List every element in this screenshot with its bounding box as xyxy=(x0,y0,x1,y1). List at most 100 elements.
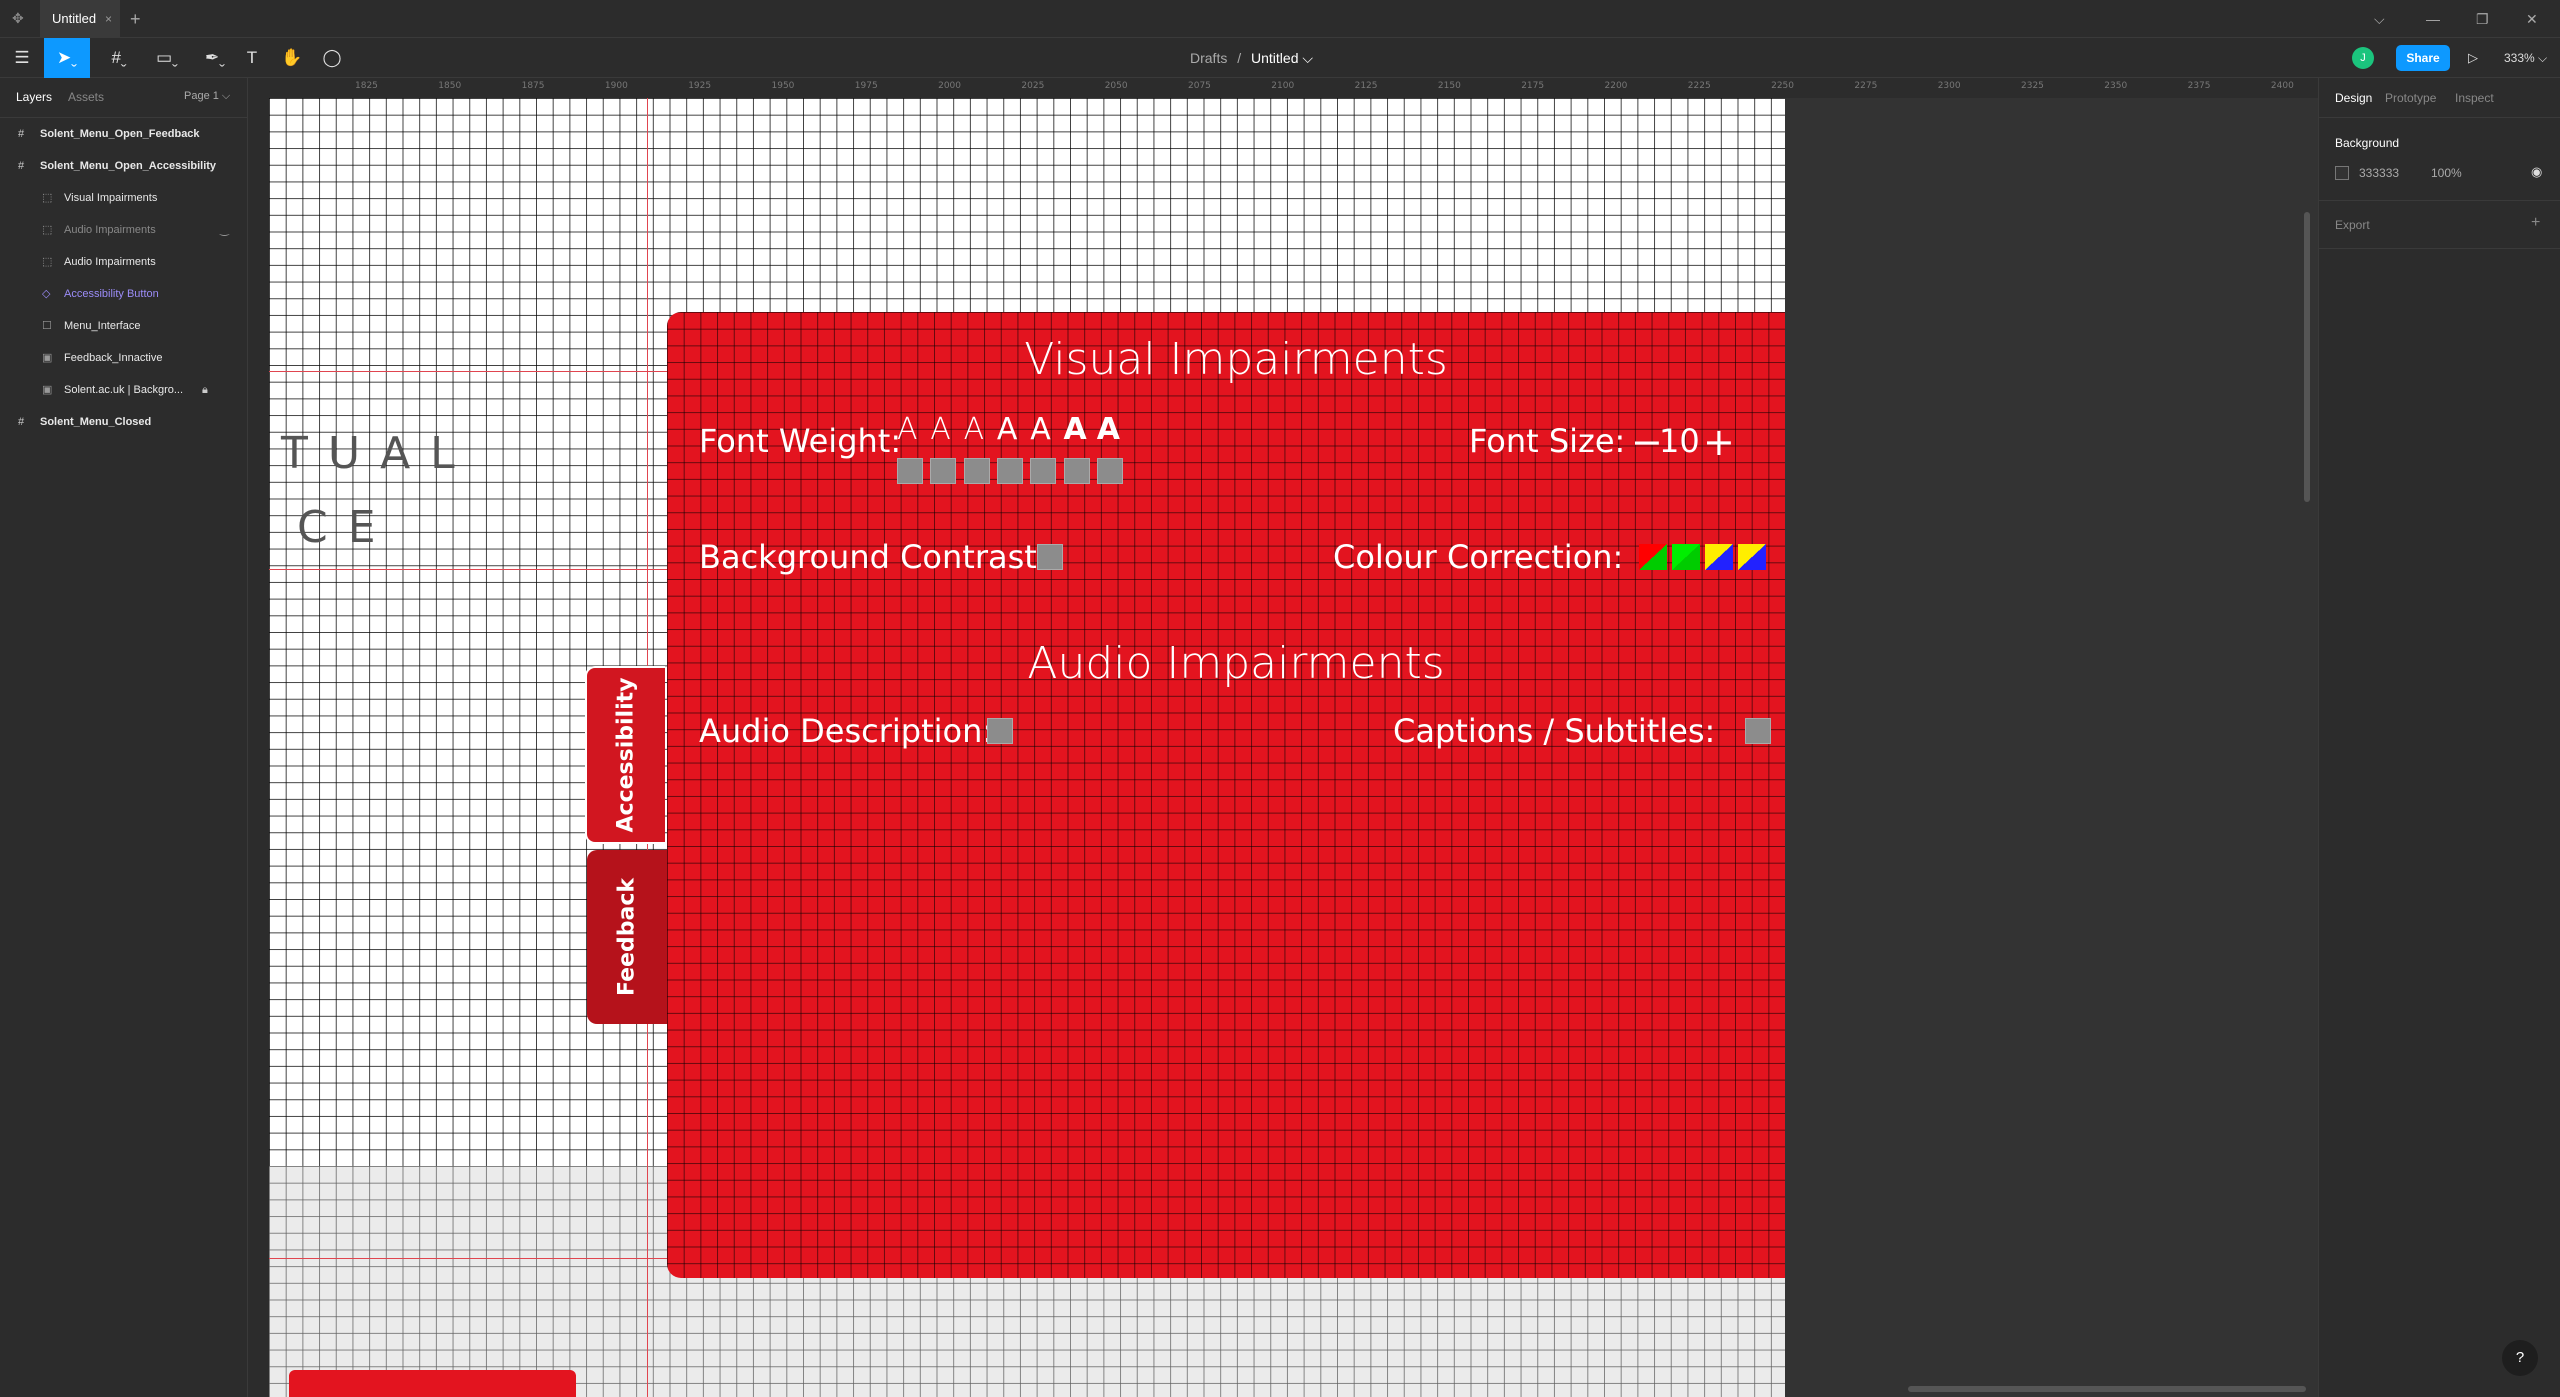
background-hex-input[interactable]: 333333 xyxy=(2359,166,2399,180)
chevron-down-icon[interactable]: ⌵ xyxy=(2374,0,2385,38)
group-icon: ⬚ xyxy=(42,192,53,204)
tab-inspect[interactable]: Inspect xyxy=(2455,91,2494,105)
font-weight-sample-letter: A xyxy=(1063,412,1087,447)
layer-label: Accessibility Button xyxy=(64,288,159,300)
layer-label: Solent_Menu_Open_Accessibility xyxy=(40,160,217,172)
comment-tool-icon[interactable]: ◯ xyxy=(312,38,352,78)
colour-correction-swatch[interactable] xyxy=(1672,544,1700,570)
feedback-tab-button[interactable]: Feedback xyxy=(587,850,667,1024)
new-tab-button[interactable]: + xyxy=(130,0,141,38)
font-weight-option-checkbox[interactable] xyxy=(1063,458,1090,484)
zoom-dropdown[interactable]: 333% ⌵ xyxy=(2504,38,2547,78)
font-weight-option-checkbox[interactable] xyxy=(930,458,957,484)
font-weight-option-checkbox[interactable] xyxy=(996,458,1023,484)
background-opacity-input[interactable]: 100% xyxy=(2431,166,2462,180)
hidden-eye-icon[interactable]: ‿ xyxy=(220,214,229,246)
layer-item[interactable]: # Solent_Menu_Open_Feedback xyxy=(0,118,248,150)
layer-item[interactable]: ⬚ Audio Impairments xyxy=(0,246,248,278)
close-tab-icon[interactable]: × xyxy=(105,0,112,38)
font-size-label: Font Size: xyxy=(1469,422,1626,460)
close-window-button[interactable]: ✕ xyxy=(2526,0,2538,38)
minimize-button[interactable]: — xyxy=(2426,0,2440,38)
lock-icon[interactable]: 🔒︎ xyxy=(202,374,208,406)
ruler-tick-label: 2300 xyxy=(1937,81,1961,91)
top-ruler: 1825 1850 1875 1900 1925 1950 1975 2000 2025 2050… xyxy=(249,78,2318,98)
audio-description-checkbox[interactable] xyxy=(987,718,1013,744)
ruler-tick-label: 1900 xyxy=(604,81,628,91)
help-button[interactable]: ? xyxy=(2502,1340,2538,1376)
font-weight-sample-letter: A xyxy=(1096,412,1121,447)
canvas[interactable]: 1825 1850 1875 1900 1925 1950 1975 2000 2025 2050… xyxy=(249,78,2318,1397)
design-panel: Design Prototype Inspect Background 3333… xyxy=(2318,78,2560,1397)
layer-item[interactable]: # Solent_Menu_Closed xyxy=(0,406,248,438)
colour-correction-swatch[interactable] xyxy=(1639,544,1667,570)
figma-logo-icon[interactable]: ✥ xyxy=(12,10,28,28)
ghost-heading-text: TUAL xyxy=(281,428,475,479)
tab-assets[interactable]: Assets xyxy=(68,90,104,104)
font-size-value: 10 xyxy=(1659,422,1700,460)
tab-layers[interactable]: Layers xyxy=(16,90,52,104)
captions-subtitles-label: Captions / Subtitles: xyxy=(1393,712,1716,750)
present-play-icon[interactable]: ▷ xyxy=(2468,38,2478,78)
font-weight-sample-letter: A xyxy=(963,412,985,447)
ruler-tick-label: 2250 xyxy=(1771,81,1794,91)
layer-item[interactable]: ▣ Solent.ac.uk | Backgro... 🔒︎ xyxy=(0,374,248,406)
breadcrumb-drafts[interactable]: Drafts xyxy=(1190,50,1227,66)
colour-correction-label: Colour Correction: xyxy=(1333,538,1624,576)
avatar[interactable]: J xyxy=(2352,47,2374,69)
restore-button[interactable]: ❐ xyxy=(2476,0,2489,38)
font-weight-option-checkbox[interactable] xyxy=(897,458,923,484)
background-contrast-checkbox[interactable] xyxy=(1037,544,1063,570)
frame-icon: # xyxy=(18,128,25,140)
font-weight-option-checkbox[interactable] xyxy=(963,458,990,484)
ruler-tick-label: 1975 xyxy=(854,81,878,91)
font-weight-label: Font Weight: xyxy=(699,422,902,460)
component-instance-icon: ◇ xyxy=(42,288,51,300)
layer-item[interactable]: ⬚ Visual Impairments xyxy=(0,182,248,214)
layer-item[interactable]: ☐ Menu_Interface xyxy=(0,310,248,342)
breadcrumb-file-name[interactable]: Untitled ⌵ xyxy=(1251,50,1313,66)
frame-tool-icon[interactable]: #ˬ xyxy=(96,38,142,78)
layer-item[interactable]: # Solent_Menu_Open_Accessibility xyxy=(0,150,248,182)
hand-tool-icon[interactable]: ✋ xyxy=(272,38,312,78)
text-tool-icon[interactable]: T xyxy=(232,38,272,78)
file-tab-label: Untitled xyxy=(52,11,97,26)
font-weight-sample-letter: A xyxy=(996,412,1018,447)
font-weight-option-checkbox[interactable] xyxy=(1096,458,1123,484)
captions-subtitles-checkbox[interactable] xyxy=(1745,718,1771,744)
layer-label: Solent_Menu_Open_Feedback xyxy=(40,128,200,140)
audio-description-label: Audio Description: xyxy=(699,712,994,750)
colour-correction-swatch[interactable] xyxy=(1738,544,1766,570)
toolbar: ☰ ➤ˬ #ˬ ▭ˬ ✒ˬ T ✋ ◯ Drafts / Untitled ⌵ … xyxy=(0,38,2560,78)
ruler-tick-label: 1850 xyxy=(438,81,462,91)
ruler-tick-label: 2150 xyxy=(1437,81,1461,91)
layer-label: Audio Impairments xyxy=(64,256,156,268)
export-section-title: Export xyxy=(2335,218,2370,232)
horizontal-scrollbar[interactable] xyxy=(1908,1386,2306,1392)
layer-item[interactable]: ◇ Accessibility Button xyxy=(0,278,248,310)
layer-item[interactable]: ▣ Feedback_Innactive xyxy=(0,342,248,374)
add-export-button[interactable]: + xyxy=(2531,214,2540,232)
file-tab[interactable]: Untitled × xyxy=(40,0,120,38)
accessibility-tab-button[interactable]: Accessibility xyxy=(585,666,665,844)
font-weight-option-checkbox[interactable] xyxy=(1030,458,1057,484)
vertical-scrollbar[interactable] xyxy=(2304,212,2310,502)
share-button[interactable]: Share xyxy=(2396,45,2450,71)
visibility-eye-icon[interactable]: ◉ xyxy=(2531,164,2542,180)
font-size-increase-button[interactable]: + xyxy=(1703,420,1735,464)
layer-item[interactable]: ⬚ Audio Impairments ‿ xyxy=(0,214,248,246)
background-color-swatch[interactable] xyxy=(2335,166,2349,180)
tab-prototype[interactable]: Prototype xyxy=(2385,91,2436,105)
shape-tool-icon[interactable]: ▭ˬ xyxy=(144,38,190,78)
section-divider xyxy=(2319,248,2560,249)
move-tool-icon[interactable]: ➤ˬ xyxy=(44,38,90,78)
breadcrumb: Drafts / Untitled ⌵ xyxy=(1190,38,1313,78)
design-frame-grid[interactable]: TUAL CE Accessibility Feedback Visual Im… xyxy=(269,98,1805,1397)
colour-correction-swatch[interactable] xyxy=(1705,544,1733,570)
layer-label: Audio Impairments xyxy=(64,224,156,236)
page-selector[interactable]: Page 1 ⌵ xyxy=(184,90,230,103)
tab-design[interactable]: Design xyxy=(2335,91,2372,105)
ruler-tick-label: 2175 xyxy=(1521,81,1545,91)
design-panel-tabs: Design Prototype Inspect xyxy=(2319,78,2560,118)
main-menu-icon[interactable]: ☰ xyxy=(2,38,42,78)
